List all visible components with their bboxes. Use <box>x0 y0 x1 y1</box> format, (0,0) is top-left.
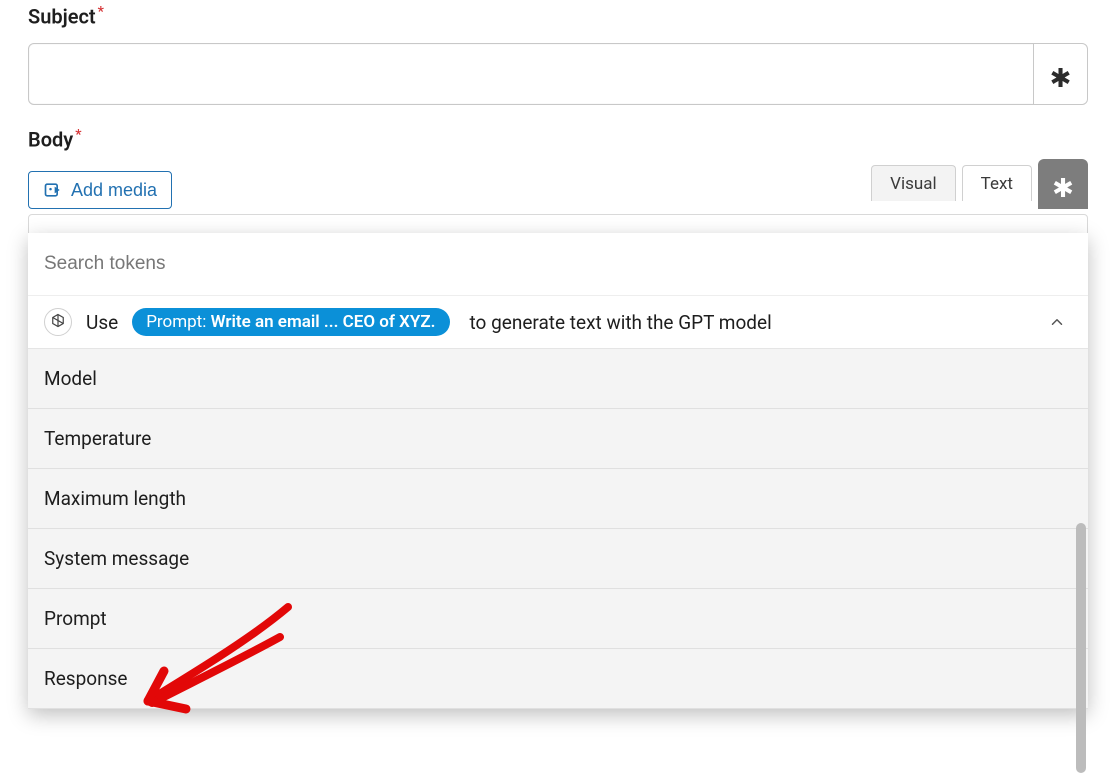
token-panel: Use Prompt: Write an email ... CEO of XY… <box>28 233 1088 709</box>
tab-visual[interactable]: Visual <box>871 165 955 201</box>
required-asterisk: * <box>75 127 81 143</box>
scrollbar-track[interactable] <box>1076 351 1086 707</box>
chevron-up-icon <box>1048 313 1066 331</box>
token-item-response[interactable]: Response <box>28 649 1088 709</box>
prompt-pill: Prompt: Write an email ... CEO of XYZ. <box>132 308 449 336</box>
body-token-button[interactable]: ✱ <box>1038 159 1088 209</box>
add-media-button[interactable]: Add media <box>28 171 172 209</box>
body-toolbar: Add media Visual Text ✱ <box>28 165 1088 215</box>
editor-tabs: Visual Text ✱ <box>865 165 1088 215</box>
subject-input[interactable] <box>29 44 1033 104</box>
required-asterisk: * <box>98 4 104 20</box>
media-icon <box>43 180 63 200</box>
scrollbar-thumb[interactable] <box>1076 523 1086 773</box>
token-list: Model Temperature Maximum length System … <box>28 349 1088 709</box>
token-item-prompt[interactable]: Prompt <box>28 589 1088 649</box>
add-media-label: Add media <box>71 180 157 201</box>
body-label: Body* <box>28 127 1088 152</box>
asterisk-icon: ✱ <box>1050 66 1072 92</box>
token-search-input[interactable] <box>28 233 1088 296</box>
subject-input-wrapper: ✱ <box>28 43 1088 105</box>
openai-icon <box>44 308 72 336</box>
subject-token-button[interactable]: ✱ <box>1033 44 1087 104</box>
token-item-model[interactable]: Model <box>28 349 1088 409</box>
subject-label: Subject* <box>28 4 1088 29</box>
asterisk-icon: ✱ <box>1052 176 1074 202</box>
token-header-use: Use <box>86 311 118 334</box>
token-item-maximum-length[interactable]: Maximum length <box>28 469 1088 529</box>
token-item-system-message[interactable]: System message <box>28 529 1088 589</box>
token-header-after: to generate text with the GPT model <box>470 311 772 334</box>
token-item-temperature[interactable]: Temperature <box>28 409 1088 469</box>
token-group-header[interactable]: Use Prompt: Write an email ... CEO of XY… <box>28 296 1088 349</box>
tab-text[interactable]: Text <box>962 165 1032 201</box>
